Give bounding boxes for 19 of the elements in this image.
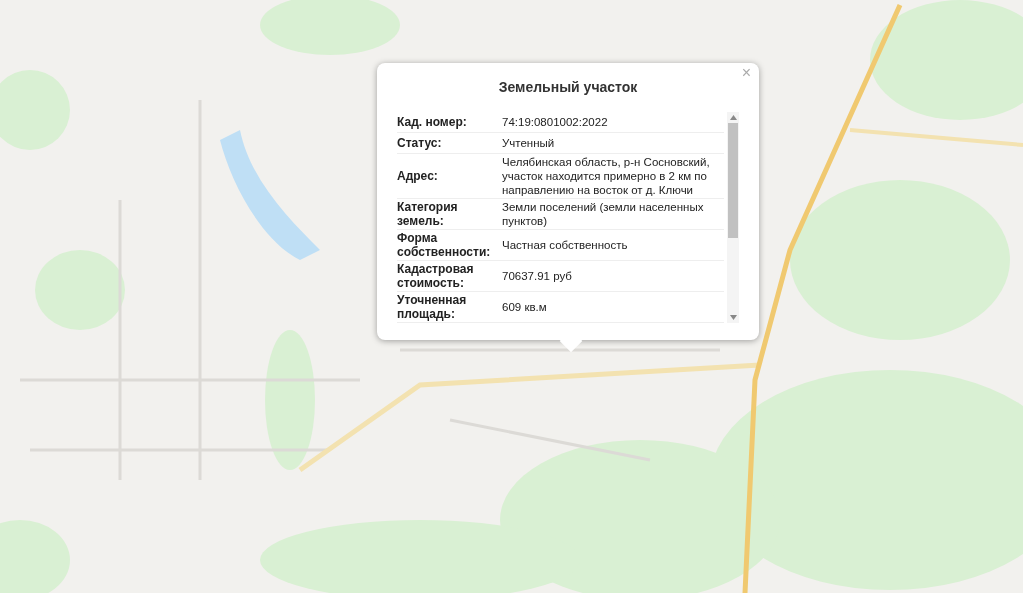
field-label: Форма собственности: [397,231,492,259]
field-value: Земли поселений (земли населенных пунктов) [502,200,705,228]
field-value: Челябинская область, р-н Сосновский, участок находится примерно в 2 км по направлению на восток от д. Ключи [502,155,711,197]
scroll-down-icon[interactable] [729,315,737,320]
field-value: Учтенный [502,136,556,150]
field-label: Категория земель: [397,200,459,228]
field-value: 609 кв.м [502,300,548,314]
close-button[interactable]: × [741,65,751,81]
scrollbar[interactable] [727,112,739,323]
popup-title: Земельный участок [497,78,639,97]
field-value: 74:19:0801002:2022 [502,115,609,129]
field-label: Уточненная площадь: [397,293,468,321]
field-value: 70637.91 руб [502,269,573,283]
scroll-up-icon[interactable] [729,115,737,120]
field-label: Кад. номер: [397,115,468,129]
field-label: Статус: [397,136,443,150]
field-label: Адрес: [397,169,439,183]
field-label: Кадастровая стоимость: [397,262,475,290]
field-value: Частная собственность [502,238,629,252]
